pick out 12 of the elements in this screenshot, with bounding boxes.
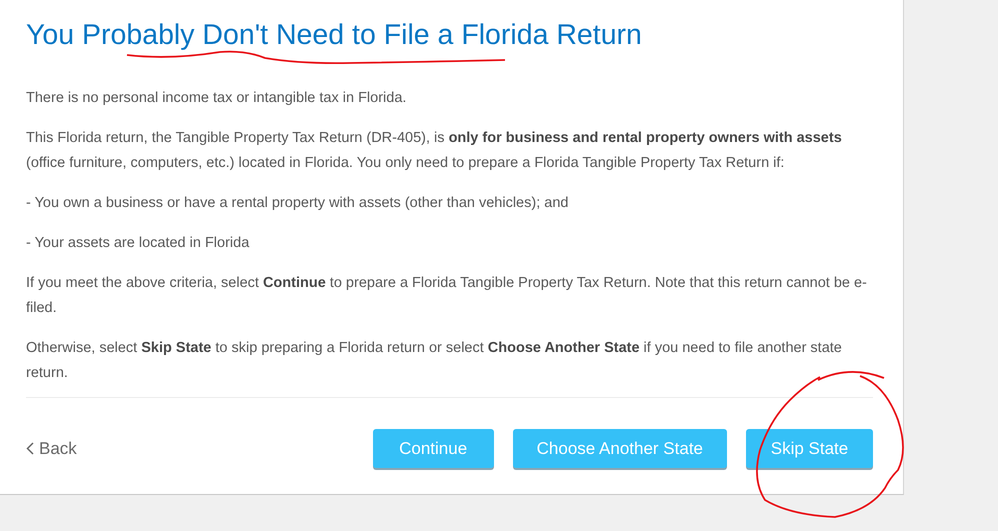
paragraph: - Your assets are located in Florida bbox=[26, 234, 250, 253]
action-button[interactable]: Continue bbox=[372, 429, 494, 468]
back-link[interactable]: Back bbox=[26, 438, 77, 458]
paragraph: This Florida return, the Tangible Property Tax Return (DR-405), is only for business and rental property owners with assets (office furniture, computers, etc.) located in Florida. You only need to prepare a Florida Tangible Property Tax Return if: bbox=[26, 129, 843, 173]
action-button[interactable]: Choose Another State bbox=[512, 429, 727, 468]
chevron-left-icon bbox=[26, 442, 34, 455]
paragraph: Otherwise, select Skip State to skip preparing a Florida return or select Choose Another State if you need to file another state return. bbox=[26, 339, 843, 383]
page-title: You Probably Don't Need to File a Florida Return bbox=[26, 18, 643, 53]
action-button[interactable]: Skip State bbox=[746, 429, 873, 468]
paragraph: If you meet the above criteria, select Continue to prepare a Florida Tangible Property Tax Return. Note that this return cannot be e-filed. bbox=[26, 274, 868, 318]
paragraph: There is no personal income tax or intangible tax in Florida. bbox=[26, 89, 408, 108]
paragraph: - You own a business or have a rental property with assets (other than vehicles); and bbox=[26, 194, 570, 213]
